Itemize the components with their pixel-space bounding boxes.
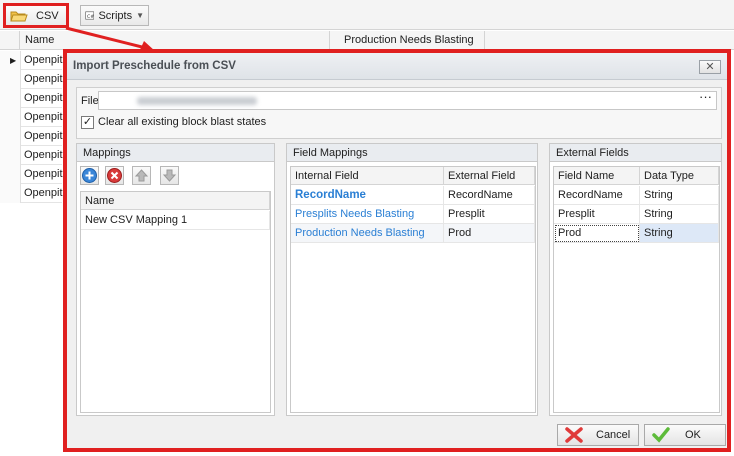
cancel-icon (565, 427, 583, 443)
internal-field-header[interactable]: Internal Field (291, 167, 444, 185)
add-icon (82, 168, 97, 183)
file-label: File (81, 95, 99, 107)
internal-field-cell[interactable]: Production Needs Blasting (291, 224, 444, 243)
table-row[interactable]: Openpit (0, 108, 63, 127)
file-path-input[interactable]: ··· (98, 89, 717, 110)
row-indicator (0, 89, 21, 108)
table-row[interactable]: Openpit (0, 146, 63, 165)
external-fields-grid: Field Name Data Type RecordName String P… (553, 166, 720, 413)
current-row-icon: ▶ (10, 56, 17, 65)
close-button[interactable]: ✕ (699, 60, 721, 74)
data-type-cell[interactable]: String (640, 224, 719, 243)
external-fields-title: External Fields (556, 147, 629, 159)
row-indicator (0, 184, 21, 203)
data-type-cell[interactable]: String (640, 186, 719, 205)
row-indicator (0, 70, 21, 89)
svg-text:C#: C# (87, 14, 94, 20)
scripts-dropdown-button[interactable]: C# Scripts ▼ (80, 5, 149, 26)
data-type-header[interactable]: Data Type (640, 167, 719, 185)
mappings-list: Name New CSV Mapping 1 (80, 191, 271, 413)
row-indicator (0, 146, 21, 165)
cancel-button[interactable]: Cancel (557, 424, 639, 446)
ok-label: OK (685, 429, 701, 441)
scripts-button-label: Scripts (98, 9, 133, 22)
field-name-header[interactable]: Field Name (554, 167, 640, 185)
row-name-cell: Openpit (24, 92, 63, 104)
file-path-redacted (137, 97, 257, 105)
external-field-header[interactable]: External Field (444, 167, 535, 185)
external-fields-header: External Fields (550, 144, 721, 162)
delete-mapping-button[interactable] (105, 166, 124, 185)
row-name-cell: Openpit (24, 130, 63, 142)
move-down-button[interactable] (160, 166, 179, 185)
arrow-up-icon (134, 169, 149, 182)
clear-states-label: Clear all existing block blast states (98, 116, 267, 128)
row-indicator-header (0, 31, 20, 50)
import-preschedule-dialog: Import Preschedule from CSV ✕ File ··· ✓… (63, 49, 731, 452)
field-name-cell[interactable]: Prod (554, 224, 640, 243)
row-name-cell: Openpit (24, 187, 63, 199)
table-row[interactable]: ▶ Openpit (0, 51, 63, 70)
field-mappings-title: Field Mappings (293, 147, 368, 159)
field-name-cell[interactable]: RecordName (554, 186, 640, 205)
row-name-cell: Openpit (24, 149, 63, 161)
table-row[interactable]: Openpit (0, 127, 63, 146)
mappings-header: Mappings (77, 144, 274, 162)
dialog-title-bar: Import Preschedule from CSV ✕ (67, 53, 727, 80)
column-header-name[interactable]: Name (21, 31, 330, 50)
checkmark-icon (652, 427, 670, 443)
dialog-title: Import Preschedule from CSV (73, 60, 236, 72)
internal-field-cell[interactable]: RecordName (291, 186, 444, 205)
script-icon: C# (85, 11, 94, 20)
csv-button[interactable]: CSV (3, 3, 69, 28)
move-up-button[interactable] (132, 166, 151, 185)
internal-field-cell[interactable]: Presplits Needs Blasting (291, 205, 444, 224)
file-options-panel: File ··· ✓ Clear all existing block blas… (76, 87, 722, 139)
row-indicator (0, 127, 21, 146)
browse-button[interactable]: ··· (699, 89, 712, 104)
row-indicator (0, 108, 21, 127)
row-name-cell: Openpit (24, 73, 63, 85)
external-field-cell[interactable]: RecordName (444, 186, 535, 205)
arrow-down-icon (162, 169, 177, 182)
delete-icon (107, 168, 122, 183)
field-mappings-panel: Field Mappings Internal Field External F… (286, 143, 538, 416)
external-field-cell[interactable]: Presplit (444, 205, 535, 224)
column-header-production[interactable]: Production Needs Blasting (330, 31, 485, 50)
close-icon: ✕ (705, 61, 715, 73)
table-row[interactable]: Openpit (0, 89, 63, 108)
ok-button[interactable]: OK (644, 424, 726, 446)
folder-icon (10, 11, 28, 21)
row-name-cell: Openpit (24, 54, 63, 66)
cancel-label: Cancel (596, 429, 631, 441)
external-field-cell[interactable]: Prod (444, 224, 535, 243)
row-name-cell: Openpit (24, 168, 63, 180)
field-mappings-grid: Internal Field External Field RecordName… (290, 166, 536, 413)
data-type-cell[interactable]: String (640, 205, 719, 224)
field-mappings-header: Field Mappings (287, 144, 537, 162)
add-mapping-button[interactable] (80, 166, 99, 185)
row-name-cell: Openpit (24, 111, 63, 123)
clear-states-checkbox[interactable]: ✓ (81, 116, 94, 129)
table-row[interactable]: Openpit (0, 70, 63, 89)
grid-header: Name Production Needs Blasting (0, 31, 734, 50)
field-name-cell[interactable]: Presplit (554, 205, 640, 224)
chevron-down-icon: ▼ (136, 11, 144, 20)
mappings-name-header[interactable]: Name (81, 192, 270, 210)
table-row[interactable]: Openpit (0, 165, 63, 184)
list-item[interactable]: New CSV Mapping 1 (81, 211, 270, 230)
external-fields-panel: External Fields Field Name Data Type Rec… (549, 143, 722, 416)
mappings-panel: Mappings Name New CSV Mapping 1 (76, 143, 275, 416)
mappings-title: Mappings (83, 147, 131, 159)
row-indicator (0, 165, 21, 184)
table-row[interactable]: Openpit (0, 184, 63, 203)
csv-button-label: CSV (36, 9, 59, 22)
row-indicator: ▶ (0, 51, 21, 70)
